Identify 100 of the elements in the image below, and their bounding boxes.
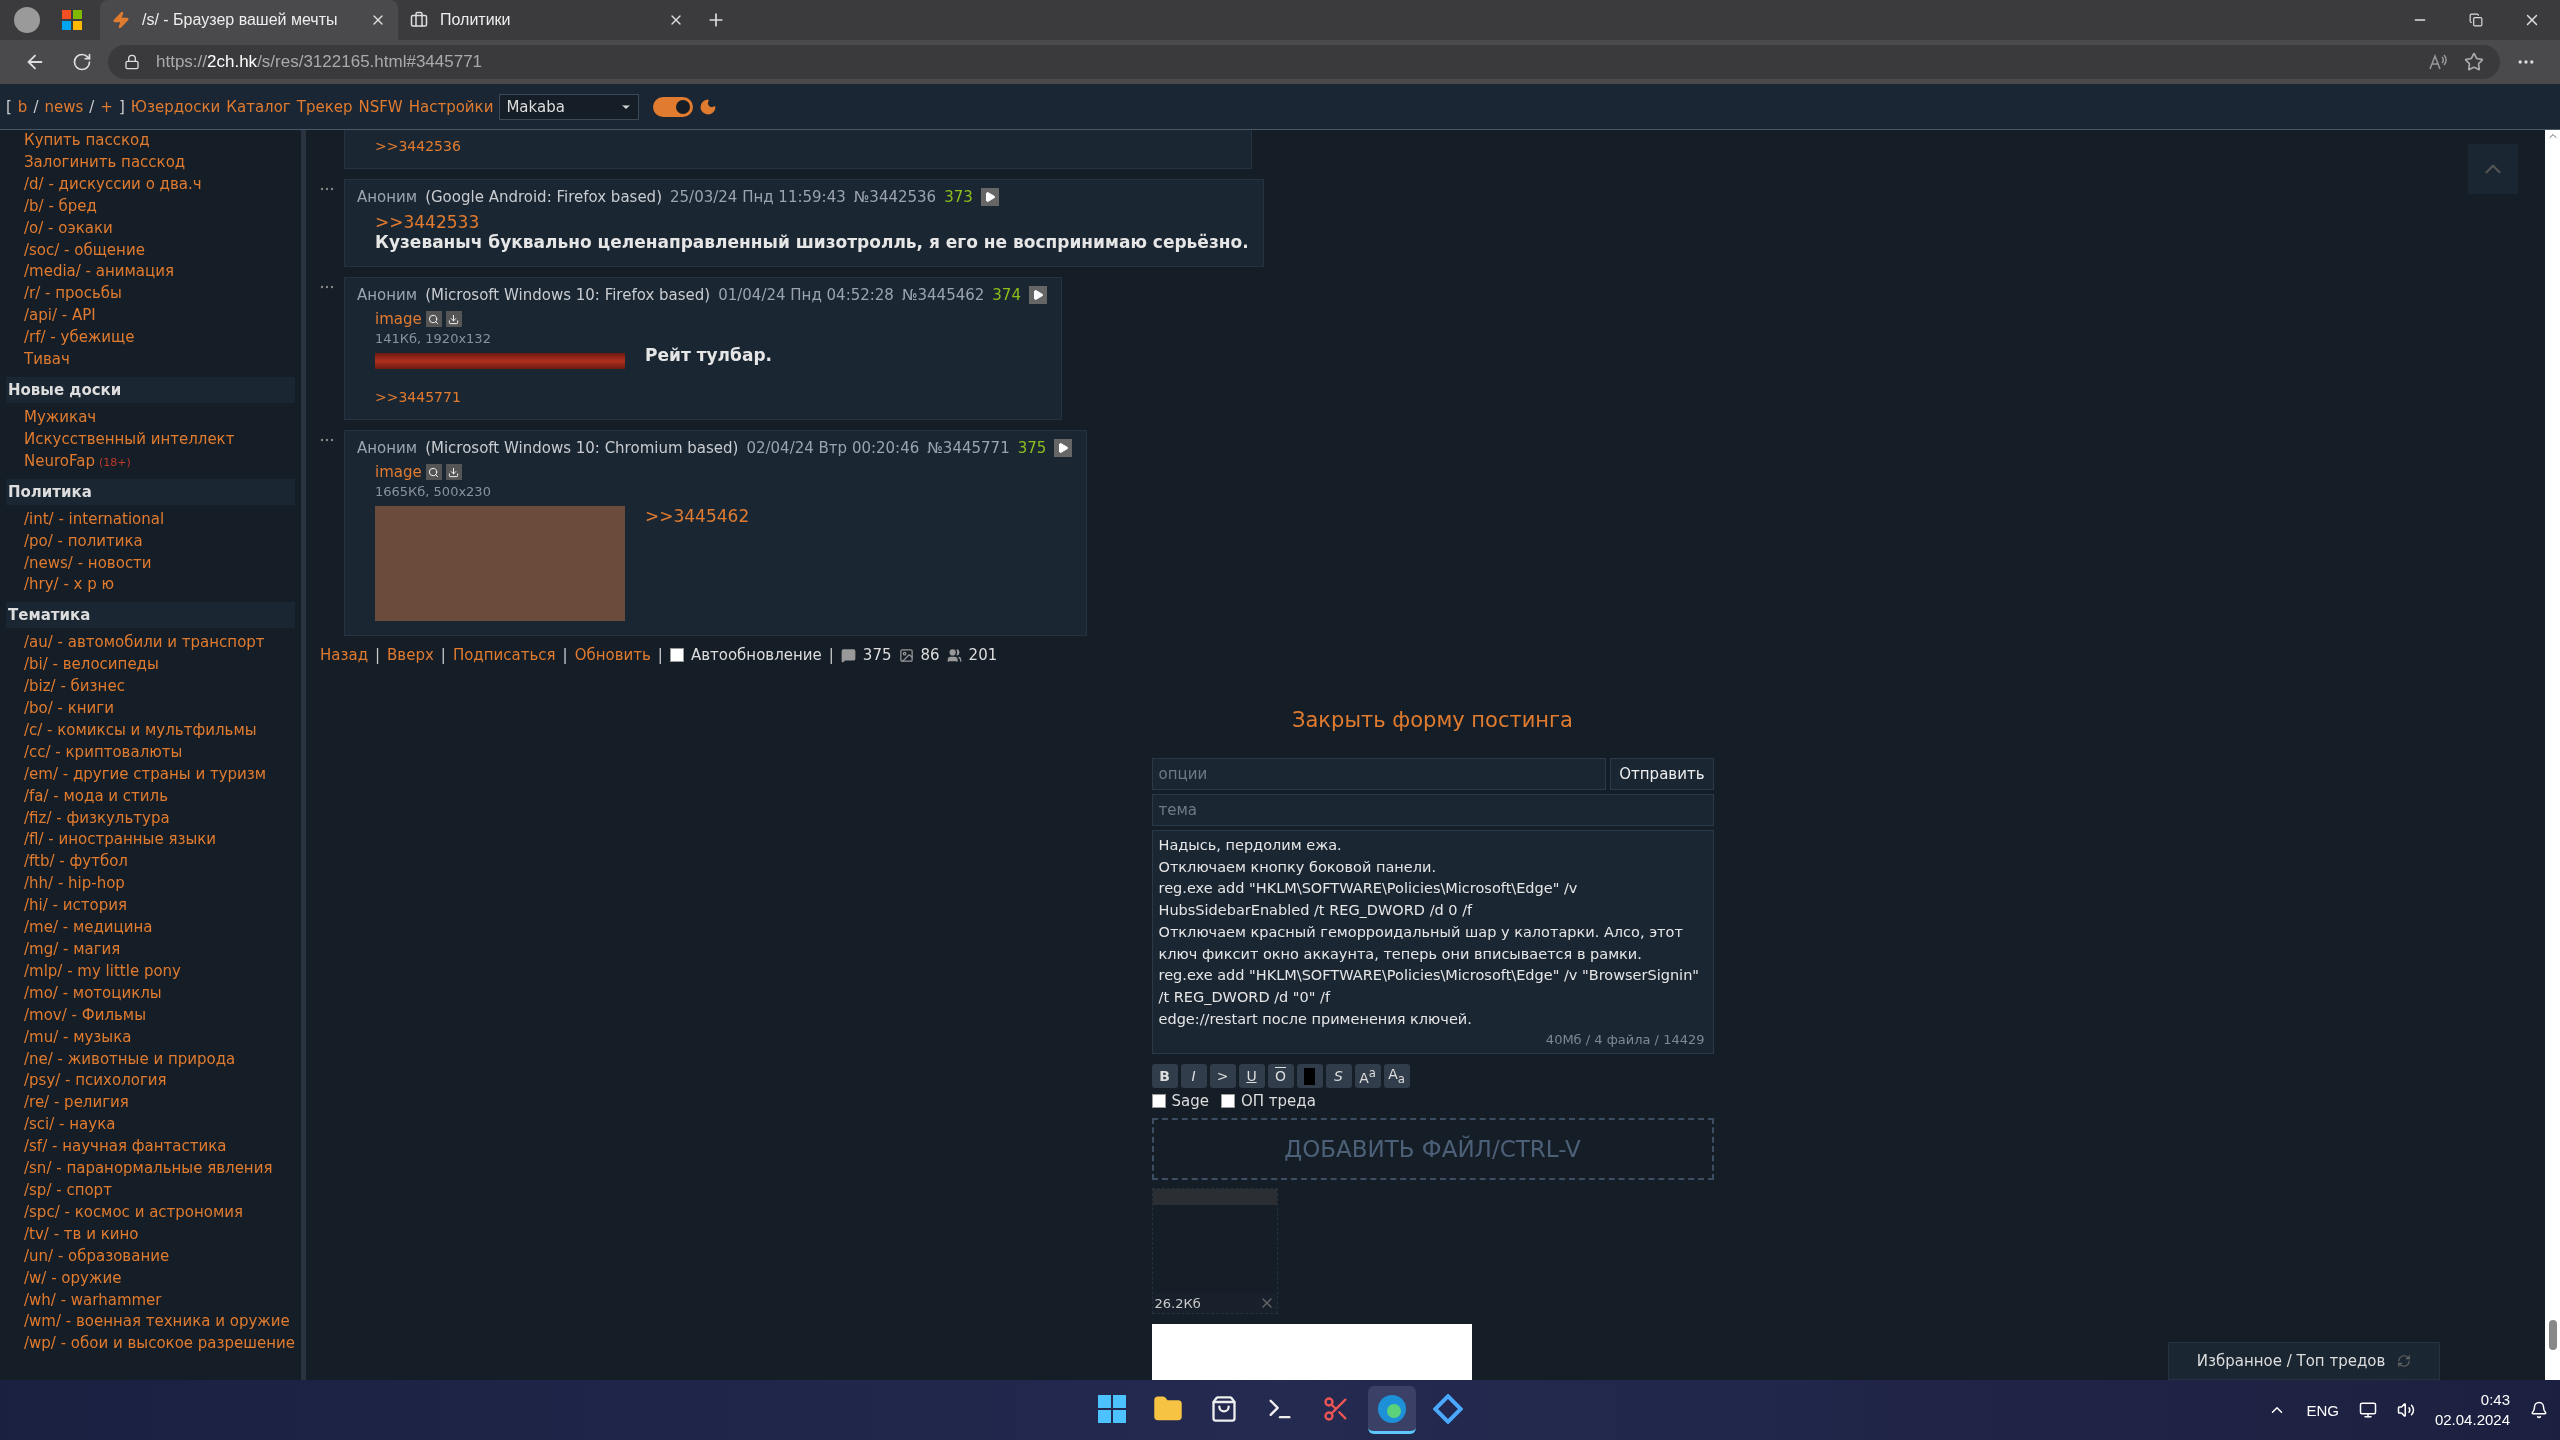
refresh-icon[interactable] <box>2397 1354 2412 1368</box>
dots-icon[interactable] <box>320 285 334 289</box>
sidebar-link[interactable]: /un/ - образование <box>6 1245 170 1268</box>
sidebar-link[interactable]: /me/ - медицина <box>6 917 153 939</box>
sidebar-link[interactable]: /api/ - API <box>6 305 295 328</box>
sidebar-link[interactable]: /hry/ - х р ю <box>6 574 115 597</box>
scrollbar-thumb[interactable] <box>2548 1320 2557 1350</box>
sidebar-link[interactable]: Искусственный интеллект <box>6 428 235 451</box>
post-number[interactable]: №3445462 <box>901 286 985 304</box>
sidebar-link[interactable]: /ne/ - животные и природа <box>6 1048 236 1071</box>
sidebar-link[interactable]: /r/ - просьбы <box>6 283 295 306</box>
sidebar-link[interactable]: /o/ - оэкаки <box>6 217 295 240</box>
favorites-title[interactable]: Избранное / Топ тредов <box>2196 1352 2386 1370</box>
format-button[interactable]: B <box>1151 1064 1178 1088</box>
play-icon[interactable] <box>1054 439 1073 457</box>
format-button[interactable]: O <box>1267 1064 1294 1088</box>
sidebar-link[interactable]: /c/ - комиксы и мультфильмы <box>6 719 257 742</box>
sidebar-link[interactable]: /b/ - бред <box>6 195 295 218</box>
dots-icon[interactable] <box>320 438 334 442</box>
nav-link[interactable]: NSFW <box>358 97 403 116</box>
image-thumbnail[interactable] <box>375 353 625 369</box>
autoupdate-checkbox[interactable] <box>669 648 684 662</box>
workspaces-icon[interactable] <box>62 10 82 30</box>
scrollbar[interactable] <box>2545 130 2560 1380</box>
reply-link[interactable]: >>3442536 <box>375 138 1237 154</box>
subject-field[interactable]: тема <box>1151 794 1714 826</box>
sidebar-link[interactable]: /cc/ - криптовалюты <box>6 741 183 764</box>
board-link[interactable]: news <box>44 97 84 116</box>
file-link[interactable]: image <box>375 463 422 481</box>
sidebar-link[interactable]: /sn/ - паранормальные явления <box>6 1158 273 1180</box>
reply-link[interactable]: >>3442533 <box>375 212 1249 232</box>
dots-icon[interactable] <box>320 187 334 191</box>
sidebar-link[interactable]: /bo/ - книги <box>6 698 114 720</box>
theme-toggle[interactable] <box>653 96 694 117</box>
nav-link[interactable]: Юзердоски <box>130 97 221 116</box>
thread-link[interactable]: Подписаться <box>452 646 556 664</box>
sidebar-link[interactable]: /au/ - автомобили и транспорт <box>6 632 265 655</box>
sidebar-link[interactable]: /em/ - другие страны и туризм <box>6 763 267 786</box>
sidebar-link[interactable]: NeuroFap <box>6 450 95 473</box>
play-icon[interactable] <box>1028 286 1047 304</box>
post-number[interactable]: №3445771 <box>927 439 1010 457</box>
sidebar-link[interactable]: /media/ - анимация <box>6 261 295 284</box>
clock[interactable]: 0:43 02.04.2024 <box>2434 1390 2510 1430</box>
post-number[interactable]: №3442536 <box>853 188 937 206</box>
sidebar-link[interactable]: /fl/ - иностранные языки <box>6 829 217 852</box>
favorite-star-icon[interactable] <box>2464 52 2484 72</box>
download-icon[interactable] <box>445 464 462 480</box>
sidebar-link[interactable]: /spc/ - космос и астрономия <box>6 1201 244 1224</box>
sidebar-link[interactable]: /d/ - дискуссии о два.ч <box>6 173 295 196</box>
sidebar-link[interactable]: /tv/ - тв и кино <box>6 1223 139 1246</box>
sidebar-link[interactable]: /hi/ - история <box>6 895 127 918</box>
sidebar-link[interactable]: /hh/ - hip-hop <box>6 873 125 896</box>
sidebar-link[interactable]: /mg/ - магия <box>6 939 121 961</box>
close-form-link[interactable]: Закрыть форму постинга <box>1292 708 1573 732</box>
sidebar-link[interactable]: Мужикач <box>6 406 97 429</box>
play-icon[interactable] <box>980 188 999 206</box>
sidebar-link[interactable]: /mov/ - Фильмы <box>6 1004 146 1027</box>
sidebar-link[interactable]: /news/ - новости <box>6 552 152 575</box>
address-bar[interactable]: https://2ch.hk/s/res/3122165.html#3445771 <box>108 45 2500 79</box>
format-button[interactable]: A$_{a}$ <box>1383 1064 1410 1088</box>
download-icon[interactable] <box>445 311 462 327</box>
sidebar-link[interactable]: /int/ - international <box>6 508 165 531</box>
sidebar-link[interactable]: /ftb/ - футбол <box>6 851 128 874</box>
nav-link[interactable]: Каталог <box>226 97 291 116</box>
language-indicator[interactable]: ENG <box>2306 1401 2339 1419</box>
sidebar-link[interactable]: /wm/ - военная техника и оружие <box>6 1311 290 1334</box>
thread-link[interactable]: Вверх <box>387 646 434 664</box>
profile-avatar[interactable] <box>14 7 40 33</box>
restore-icon[interactable] <box>2469 13 2483 27</box>
nav-link[interactable]: Настройки <box>408 97 494 116</box>
submit-button[interactable]: Отправить <box>1610 758 1714 790</box>
search-icon[interactable] <box>425 311 442 327</box>
sidebar-link[interactable]: Купить пасскод <box>6 130 295 152</box>
board-link[interactable]: + <box>100 97 113 116</box>
browser-tab[interactable]: Политики <box>398 0 696 40</box>
notification-icon[interactable] <box>2530 1401 2548 1419</box>
reload-icon[interactable] <box>72 52 92 72</box>
nav-link[interactable]: Трекер <box>296 97 353 116</box>
sidebar-link[interactable]: /sp/ - спорт <box>6 1179 112 1202</box>
sidebar-link[interactable]: /rf/ - убежище <box>6 327 295 350</box>
network-icon[interactable] <box>2358 1401 2377 1419</box>
options-field[interactable]: опции <box>1151 758 1607 790</box>
style-select[interactable]: Makaba <box>499 93 640 120</box>
format-button[interactable]: U <box>1238 1064 1265 1088</box>
format-button[interactable]: S <box>1325 1064 1352 1088</box>
thread-link[interactable]: Назад <box>320 646 368 664</box>
sidebar-link[interactable]: /bi/ - велосипеды <box>6 654 159 677</box>
sidebar-link[interactable]: /sci/ - наука <box>6 1114 116 1137</box>
sidebar-link[interactable]: /sf/ - научная фантастика <box>6 1136 227 1159</box>
sidebar-link[interactable]: /fa/ - мода и стиль <box>6 785 169 808</box>
sidebar-link[interactable]: Тивач <box>6 349 295 371</box>
sidebar-link[interactable]: /fiz/ - физкультура <box>6 807 170 830</box>
sidebar-link[interactable]: /mo/ - мотоциклы <box>6 982 162 1005</box>
sidebar-link[interactable]: /biz/ - бизнес <box>6 676 125 699</box>
file-link[interactable]: image <box>375 310 422 328</box>
board-link[interactable]: b <box>17 97 28 116</box>
sidebar-link[interactable]: /mlp/ - my little pony <box>6 960 181 983</box>
message-field[interactable]: Надысь, пердолим ежа. Отключаем кнопку боковой панели. reg.exe add "HKLM\SOFTWARE\Policies\Microsoft\Edge" /v HubsSidebarEnabled /t REG_DWORD /d 0 /f Отключаем красный геморроидальный шар у калотарки. Алсо, этот ключ фиксит окно аккаунта, теперь они вписывается в рамки. reg.exe add "HKLM\SOFTWARE\Policies\Microsoft\Edge" /v "BrowserSignin" /t REG_DWORD /d "0" /f edge://restart после применения ключей. 40Мб / 4 файла / 14429 <box>1151 830 1714 1054</box>
format-button[interactable]: I <box>1180 1064 1207 1088</box>
browser-tab[interactable]: /s/ - Браузер вашей мечты <box>100 0 398 40</box>
